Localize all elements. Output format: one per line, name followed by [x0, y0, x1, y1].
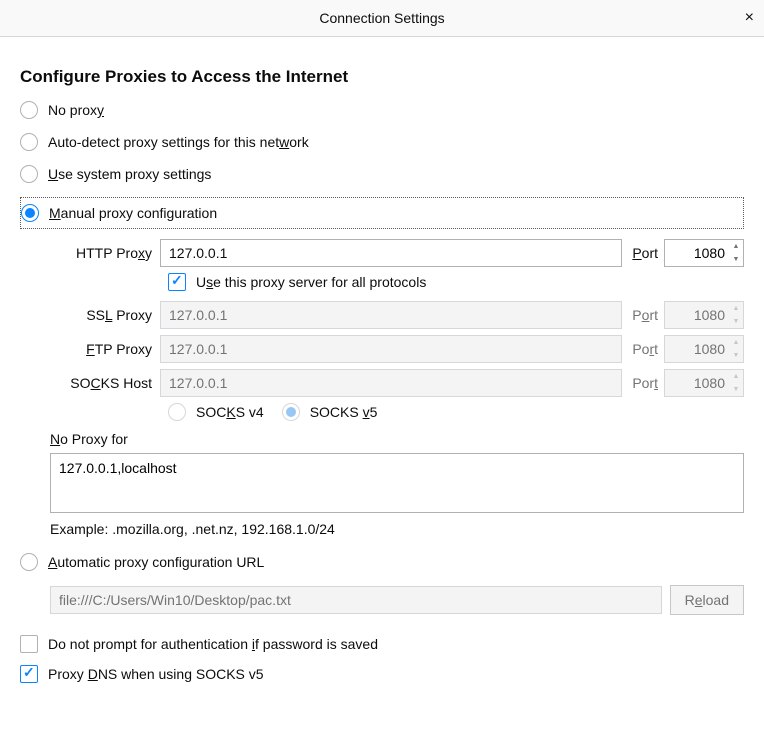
- http-port-spinner[interactable]: ▲▼: [729, 240, 743, 266]
- label-system-proxy: Use system proxy settings: [48, 166, 211, 182]
- spinner-down-icon: ▼: [729, 383, 743, 396]
- ssl-proxy-input: [160, 301, 622, 329]
- label-no-proxy-for: No Proxy for: [50, 431, 744, 447]
- ftp-port-spinner: ▲▼: [729, 336, 743, 362]
- dialog-content: Configure Proxies to Access the Internet…: [0, 37, 764, 683]
- radio-socks-v4[interactable]: [168, 403, 186, 421]
- label-proxy-dns: Proxy DNS when using SOCKS v5: [48, 666, 264, 682]
- option-socks-v5[interactable]: SOCKS v5: [282, 403, 378, 421]
- label-manual-proxy: Manual proxy configuration: [49, 205, 217, 221]
- socks-host-input: [160, 369, 622, 397]
- spinner-down-icon[interactable]: ▼: [729, 253, 743, 266]
- label-no-auth-prompt: Do not prompt for authentication if pass…: [48, 636, 378, 652]
- checkbox-proxy-dns[interactable]: [20, 665, 38, 683]
- bottom-checkboxes: Do not prompt for authentication if pass…: [20, 635, 744, 683]
- option-socks-v4[interactable]: SOCKS v4: [168, 403, 264, 421]
- row-use-all-protocols: Use this proxy server for all protocols: [168, 273, 744, 291]
- checkbox-use-all-protocols[interactable]: [168, 273, 186, 291]
- row-pac-url: Reload: [50, 585, 744, 615]
- radio-auto-detect[interactable]: [20, 133, 38, 151]
- radio-socks-v5[interactable]: [282, 403, 300, 421]
- spinner-up-icon: ▲: [729, 336, 743, 349]
- row-socks-version: SOCKS v4 SOCKS v5: [168, 403, 744, 421]
- row-proxy-dns: Proxy DNS when using SOCKS v5: [20, 665, 744, 683]
- row-no-auth-prompt: Do not prompt for authentication if pass…: [20, 635, 744, 653]
- label-auto-config-url: Automatic proxy configuration URL: [48, 554, 264, 570]
- label-auto-detect: Auto-detect proxy settings for this netw…: [48, 134, 309, 150]
- spinner-down-icon: ▼: [729, 315, 743, 328]
- label-no-proxy: No proxy: [48, 102, 104, 118]
- dialog-title: Connection Settings: [319, 10, 444, 26]
- row-ftp-proxy: FTP Proxy Port ▲▼: [50, 335, 744, 363]
- ftp-proxy-input: [160, 335, 622, 363]
- spinner-up-icon[interactable]: ▲: [729, 240, 743, 253]
- row-http-proxy: HTTP Proxy Port ▲▼: [50, 239, 744, 267]
- radio-system-proxy[interactable]: [20, 165, 38, 183]
- label-socks-v4: SOCKS v4: [196, 404, 264, 420]
- label-socks-v5: SOCKS v5: [310, 404, 378, 420]
- label-http-proxy: HTTP Proxy: [50, 245, 160, 261]
- spinner-up-icon: ▲: [729, 302, 743, 315]
- spinner-down-icon: ▼: [729, 349, 743, 362]
- option-no-proxy[interactable]: No proxy: [20, 101, 744, 119]
- reload-button: Reload: [670, 585, 744, 615]
- label-ftp-port: Port: [632, 341, 658, 357]
- row-ssl-proxy: SSL Proxy Port ▲▼: [50, 301, 744, 329]
- section-title: Configure Proxies to Access the Internet: [20, 67, 744, 87]
- radio-auto-config-url[interactable]: [20, 553, 38, 571]
- row-socks-host: SOCKS Host Port ▲▼: [50, 369, 744, 397]
- label-ssl-port: Port: [632, 307, 658, 323]
- spinner-up-icon: ▲: [729, 370, 743, 383]
- option-manual-proxy-focus: Manual proxy configuration: [20, 197, 744, 229]
- http-proxy-input[interactable]: [160, 239, 622, 267]
- pac-url-input: [50, 586, 662, 614]
- label-use-all-protocols: Use this proxy server for all protocols: [196, 274, 426, 290]
- no-proxy-for-textarea[interactable]: [50, 453, 744, 513]
- option-auto-detect[interactable]: Auto-detect proxy settings for this netw…: [20, 133, 744, 151]
- checkbox-no-auth-prompt[interactable]: [20, 635, 38, 653]
- label-http-port: Port: [632, 245, 658, 261]
- close-icon[interactable]: ×: [745, 10, 754, 26]
- label-ssl-proxy: SSL Proxy: [50, 307, 160, 323]
- manual-proxy-fields: HTTP Proxy Port ▲▼ Use this proxy server…: [50, 239, 744, 421]
- no-proxy-example: Example: .mozilla.org, .net.nz, 192.168.…: [50, 521, 744, 537]
- radio-no-proxy[interactable]: [20, 101, 38, 119]
- ssl-port-spinner: ▲▼: [729, 302, 743, 328]
- socks-port-spinner: ▲▼: [729, 370, 743, 396]
- option-auto-config-url[interactable]: Automatic proxy configuration URL: [20, 553, 744, 571]
- dialog-header: Connection Settings ×: [0, 0, 764, 37]
- radio-manual-proxy[interactable]: [21, 204, 39, 222]
- label-ftp-proxy: FTP Proxy: [50, 341, 160, 357]
- option-manual-proxy[interactable]: Manual proxy configuration: [21, 204, 739, 222]
- label-socks-host: SOCKS Host: [50, 375, 160, 391]
- label-socks-port: Port: [632, 375, 658, 391]
- option-system-proxy[interactable]: Use system proxy settings: [20, 165, 744, 183]
